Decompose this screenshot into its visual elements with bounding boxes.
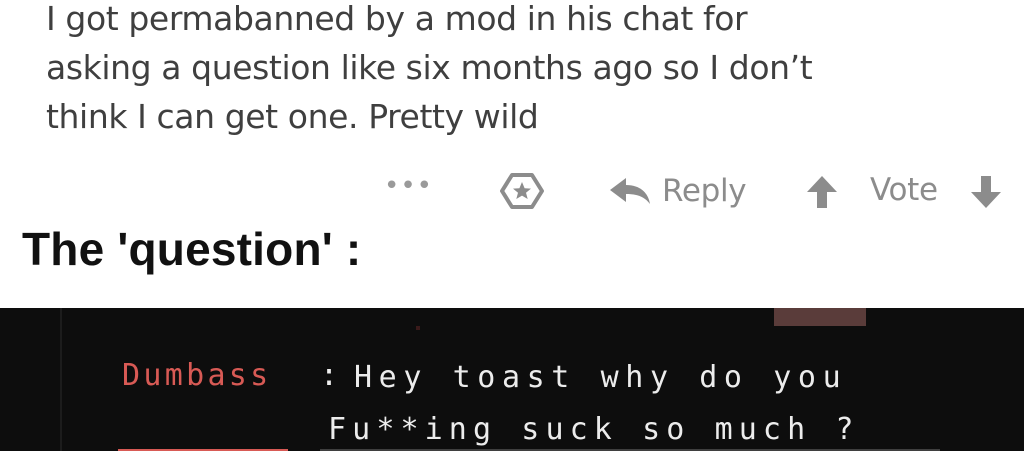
comment-line: think I can get one. Pretty wild — [46, 97, 539, 136]
chat-divider — [60, 308, 62, 451]
comment-line: asking a question like six months ago so… — [46, 48, 813, 87]
more-options-button[interactable]: ••• — [384, 171, 433, 201]
chat-screenshot: Dumbass : Hey toast why do you Fu**ing s… — [0, 308, 1024, 451]
award-star-icon[interactable] — [500, 172, 544, 210]
chat-message-line: Fu**ing suck so much ? — [328, 412, 860, 447]
reply-button[interactable]: Reply — [608, 171, 747, 211]
upvote-arrow-icon[interactable] — [806, 175, 838, 209]
chat-colon: : — [320, 358, 339, 393]
meme-caption: The 'question' : — [22, 223, 362, 275]
comment-body: I got permabanned by a mod in his chat f… — [46, 0, 1006, 141]
downvote-arrow-icon[interactable] — [970, 175, 1002, 209]
comment-line: I got permabanned by a mod in his chat f… — [46, 0, 748, 38]
chat-username: Dumbass — [122, 358, 272, 393]
chat-message-line: Hey toast why do you — [354, 360, 848, 395]
comment-action-bar: ••• Reply Vote — [0, 165, 1024, 215]
reply-label: Reply — [662, 173, 747, 209]
vote-label: Vote — [870, 172, 938, 208]
chat-image-fragment — [774, 308, 866, 326]
chat-artifact — [416, 326, 420, 330]
reply-arrow-icon — [610, 178, 650, 204]
